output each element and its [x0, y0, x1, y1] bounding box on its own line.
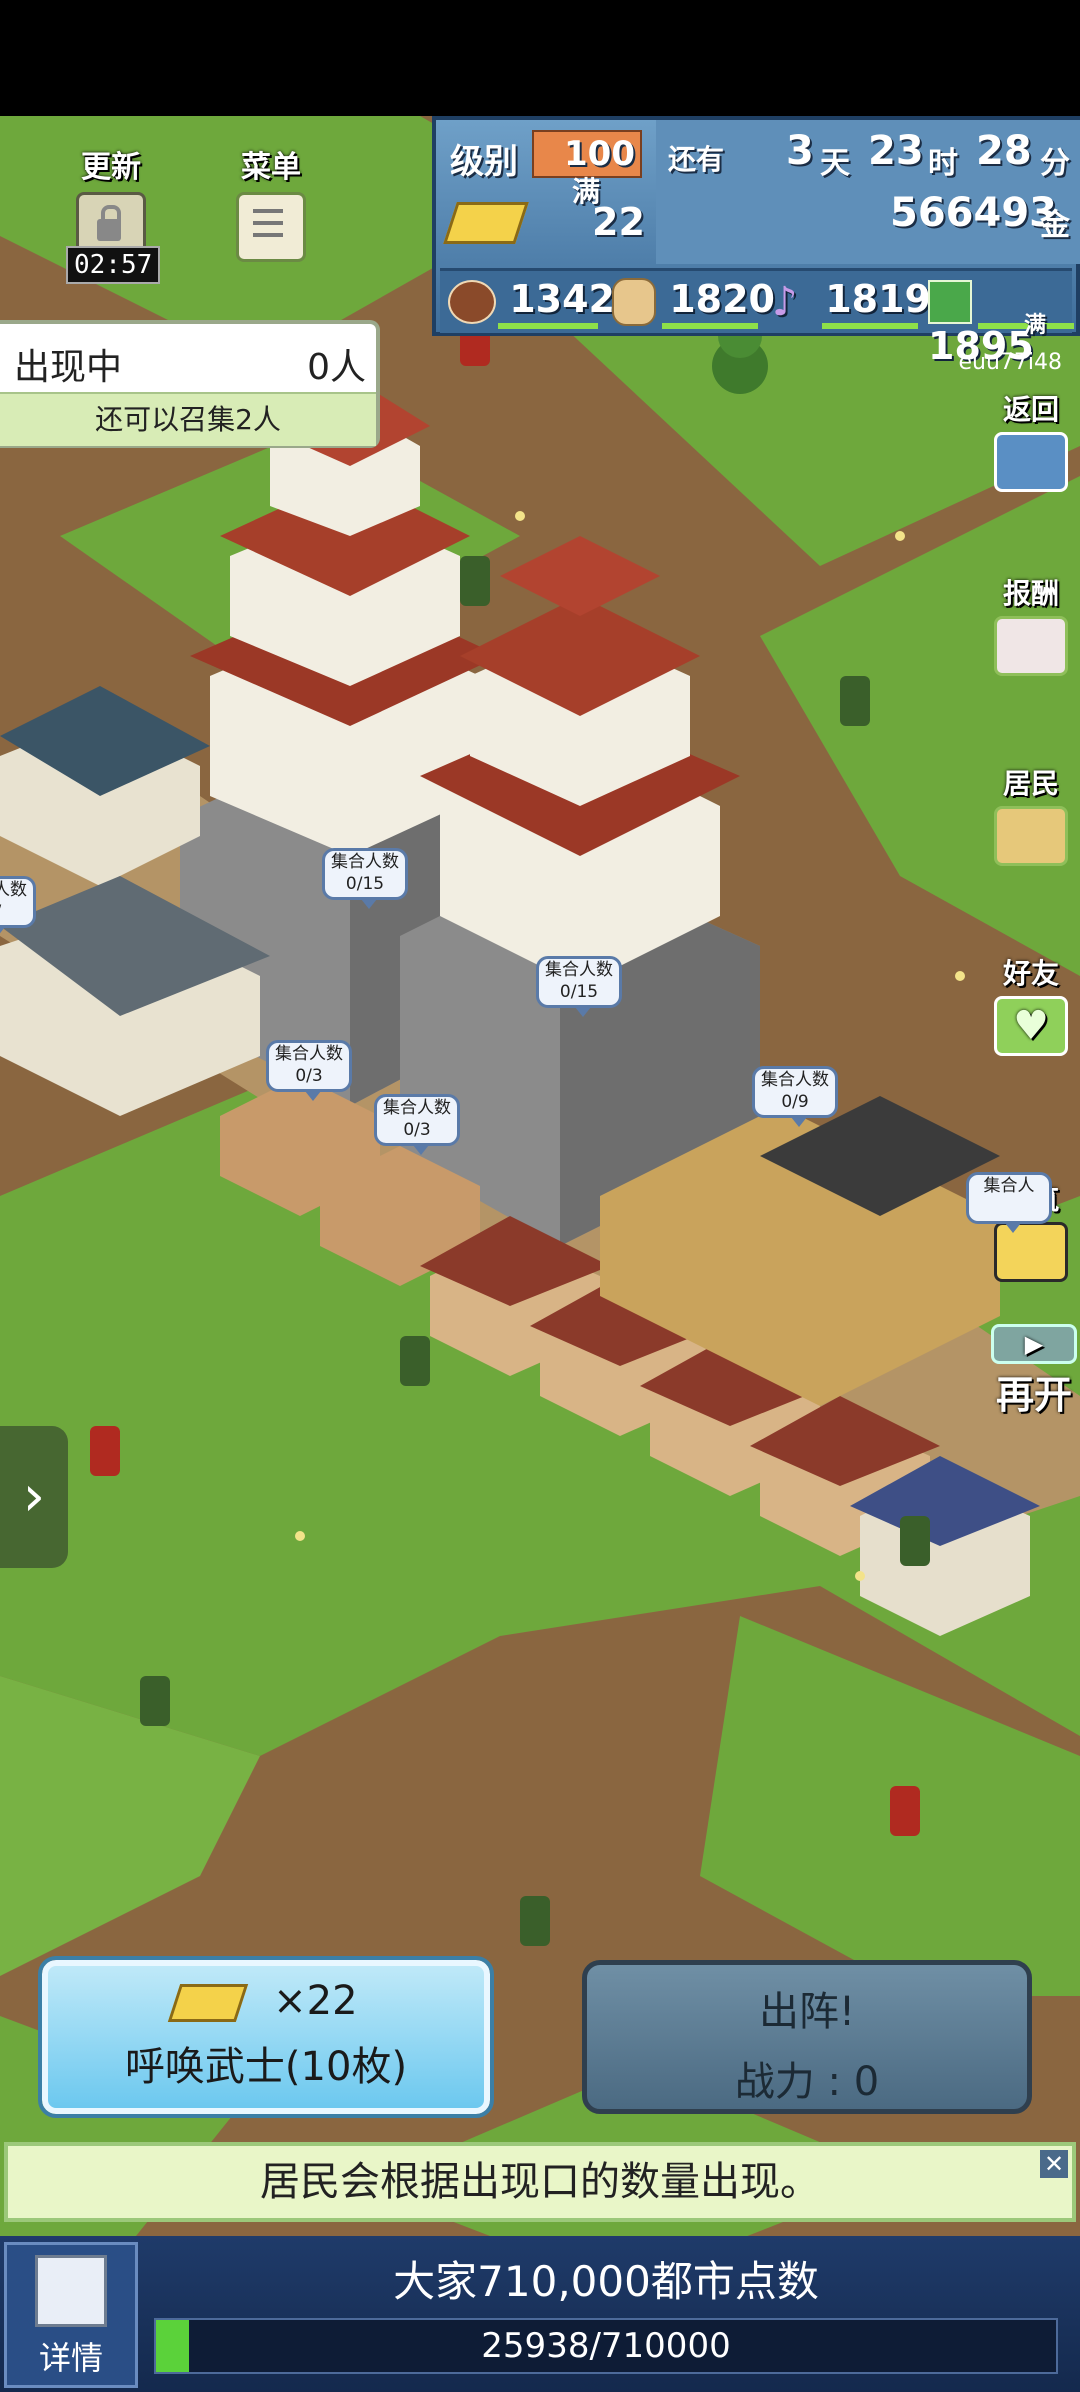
scroll-icon [236, 192, 306, 262]
user-id: euu77i48 [958, 350, 1062, 375]
resource-value: 1819 [825, 277, 931, 321]
reward-label: 报酬 [1002, 577, 1059, 610]
heart-icon: ♥ [994, 996, 1068, 1056]
menu-button[interactable]: 菜单 [226, 142, 316, 262]
gift-icon [994, 616, 1068, 676]
appear-label: 出现中 [14, 347, 123, 388]
status-bar [0, 0, 1080, 116]
reward-button[interactable]: 报酬 [988, 572, 1074, 676]
bubble-value: 0/15 [345, 874, 385, 894]
resource-value: 1820 [669, 277, 775, 321]
resource-book: 1895 满 [928, 277, 1074, 368]
resource-bar [822, 323, 918, 329]
bubble-value: 0/3 [403, 1120, 431, 1140]
gather-bubble[interactable]: 集合人数 0/15 [322, 848, 408, 909]
food-icon [448, 279, 496, 324]
bubble-value: 0/3 [295, 1066, 323, 1086]
resume-label: 再开 [995, 1373, 1072, 1417]
city-points-goal: 大家710,000都市点数 [393, 2257, 819, 2306]
resource-full-badge: 满 [1024, 313, 1047, 338]
back-button[interactable]: 返回 [988, 388, 1074, 492]
hours-unit: 时 [928, 146, 958, 181]
appear-count: 0人 [307, 347, 366, 388]
building-icon [994, 432, 1068, 492]
city-points-progress: 25938/710000 [154, 2318, 1058, 2374]
back-label: 返回 [1002, 393, 1059, 426]
bubble-label: 集合人数 [275, 1044, 343, 1064]
resource-bar [662, 323, 758, 329]
gather-bubble[interactable]: 集合人数 0/9 [752, 1066, 838, 1127]
gold-bar-icon [168, 1984, 249, 2022]
resource-row: 1342 1820 ♪ 1819 1895 满 [440, 268, 1074, 368]
sortie-title: 出阵! [758, 1989, 856, 2035]
minutes-unit: 分 [1040, 146, 1070, 181]
people-icon [994, 806, 1068, 866]
bubble-label: 集合人数 [761, 1070, 829, 1090]
city-points-bar: 详情 大家710,000都市点数 25938/710000 [0, 2236, 1080, 2392]
gather-bubble[interactable]: 集合人数 0/ [0, 876, 36, 937]
close-icon[interactable]: ✕ [1040, 2150, 1068, 2178]
details-button[interactable]: 详情 [4, 2242, 138, 2388]
document-icon [35, 2255, 107, 2327]
gather-bubble[interactable]: 集合人数 0/3 [374, 1094, 460, 1155]
bubble-label: 集合人数 [383, 1098, 451, 1118]
gold-bar-icon [443, 202, 529, 244]
gold-bar-count: 22 [592, 200, 645, 244]
gather-bubble[interactable]: 集合人 [966, 1172, 1052, 1233]
bubble-value: 0/ [0, 901, 33, 923]
recruit-remaining: 还可以召集2人 [0, 392, 376, 446]
resource-material: 1820 [612, 277, 775, 329]
money-unit: 金 [1040, 208, 1070, 243]
days-unit: 天 [820, 146, 850, 181]
bubble-label: 集合人数 [331, 852, 399, 872]
summon-multiplier: ×22 [273, 1978, 358, 2024]
bubble-label: 集合人 [983, 1176, 1035, 1196]
remaining-label: 还有 [668, 143, 725, 176]
resume-button[interactable]: ▶ 再开 [988, 1320, 1080, 1419]
level-value: 100 [564, 134, 635, 174]
sortie-button[interactable]: 出阵! 战力 : 0 [582, 1960, 1032, 2114]
bubble-value: 0/15 [559, 982, 599, 1002]
sortie-power: 战力 : 0 [734, 2059, 880, 2105]
summon-samurai-button[interactable]: ×22 呼唤武士(10枚) [38, 1956, 494, 2118]
friends-button[interactable]: 好友 ♥ [988, 952, 1074, 1056]
level-label: 级别 [450, 142, 518, 182]
play-icon: ▶ [991, 1324, 1077, 1364]
status-panel: 级别 100 满 22 还有 3 天 23 时 28 分 566493 金 13… [432, 116, 1080, 368]
expand-arrow-icon[interactable]: › [0, 1426, 68, 1568]
resource-music: ♪ 1819 [772, 277, 931, 329]
friends-label: 好友 [1002, 957, 1059, 990]
bubble-label: 集合人数 [0, 880, 27, 900]
summon-label: 呼唤武士(10枚) [124, 2044, 408, 2090]
resource-food: 1342 [448, 277, 615, 329]
gather-bubble[interactable]: 集合人数 0/15 [536, 956, 622, 1017]
bubble-label: 集合人数 [545, 960, 613, 980]
minutes-value: 28 [976, 128, 1032, 174]
money-value: 566493 [890, 190, 1057, 236]
update-timer: 02:57 [66, 246, 161, 284]
appear-panel[interactable]: 出现中 0人 还可以召集2人 [0, 320, 380, 448]
residents-label: 居民 [1002, 767, 1059, 800]
progress-text: 25938/710000 [481, 2326, 731, 2366]
bubble-value: 0/9 [781, 1092, 809, 1112]
residents-button[interactable]: 居民 [988, 762, 1074, 866]
resource-value: 1342 [509, 277, 615, 321]
resource-bar [498, 323, 598, 329]
update-button[interactable]: 更新 [66, 142, 156, 262]
tip-banner: 居民会根据出现口的数量出现。 ✕ [4, 2142, 1076, 2222]
gather-bubble[interactable]: 集合人数 0/3 [266, 1040, 352, 1101]
menu-label: 菜单 [241, 150, 301, 185]
hours-value: 23 [868, 128, 924, 174]
update-label: 更新 [81, 150, 141, 185]
tip-text: 居民会根据出现口的数量出现。 [260, 2159, 820, 2205]
days-value: 3 [786, 128, 814, 174]
material-bag-icon [612, 277, 656, 326]
music-note-icon: ♪ [772, 278, 798, 325]
book-icon [928, 279, 972, 324]
details-label: 详情 [38, 2339, 103, 2377]
